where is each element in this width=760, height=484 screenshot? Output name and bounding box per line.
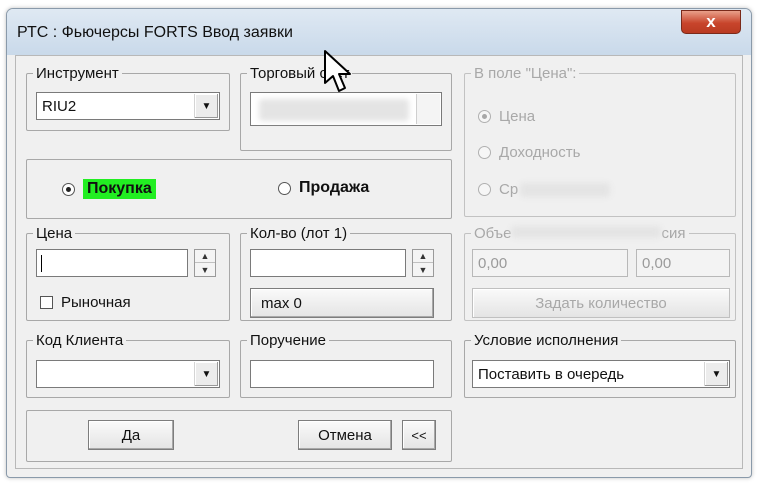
instrument-value: RIU2 xyxy=(42,98,77,115)
volume-field-1[interactable]: 0,00 xyxy=(472,249,628,277)
redacted-option xyxy=(520,182,611,197)
price-input[interactable] xyxy=(36,249,188,277)
collapse-button[interactable]: << xyxy=(402,420,436,450)
quantity-input[interactable] xyxy=(250,249,406,277)
account-select[interactable] xyxy=(250,92,442,126)
redacted-legend xyxy=(511,226,662,238)
radio-selected-icon[interactable] xyxy=(62,182,75,196)
chevron-down-icon[interactable] xyxy=(416,94,440,124)
condition-select[interactable]: Поставить в очередь ▼ xyxy=(472,360,730,388)
quantity-spinner[interactable]: ▲ ▼ xyxy=(412,249,434,277)
price-mode-option-yield[interactable]: Доходность xyxy=(478,144,580,161)
buy-label: Покупка xyxy=(83,179,156,199)
price-legend: Цена xyxy=(36,225,73,242)
spin-down-icon[interactable]: ▼ xyxy=(195,263,215,276)
radio-unselected-icon[interactable] xyxy=(478,183,491,196)
price-mode-legend: В поле "Цена": xyxy=(474,65,577,82)
instrument-legend: Инструмент xyxy=(36,65,119,82)
radio-unselected-icon[interactable] xyxy=(278,181,291,195)
dialog-body: Инструмент RIU2 ▼ Торговый счет Покупка … xyxy=(15,55,743,469)
client-code-legend: Код Клиента xyxy=(36,332,124,349)
title-bar[interactable]: РТС : Фьючерсы FORTS Ввод заявки x xyxy=(7,9,751,55)
spin-up-icon[interactable]: ▲ xyxy=(195,250,215,263)
instrument-select[interactable]: RIU2 ▼ xyxy=(36,92,220,120)
chevron-down-icon[interactable]: ▼ xyxy=(704,362,728,386)
close-icon: x xyxy=(706,12,716,31)
ok-button[interactable]: Да xyxy=(88,420,174,450)
chevron-down-icon[interactable]: ▼ xyxy=(194,94,218,118)
price-mode-option-label: Цена xyxy=(499,108,536,125)
volume-field-2-value: 0,00 xyxy=(642,255,672,272)
price-mode-option-third[interactable]: Ср xyxy=(478,181,611,198)
price-mode-option-price[interactable]: Цена xyxy=(478,108,535,125)
condition-legend: Условие исполнения xyxy=(474,332,619,349)
radio-unselected-icon[interactable] xyxy=(478,146,491,159)
client-code-select[interactable]: ▼ xyxy=(36,360,220,388)
sell-label: Продажа xyxy=(299,179,370,196)
close-button[interactable]: x xyxy=(681,10,741,34)
volume-field-1-value: 0,00 xyxy=(478,255,508,272)
volume-legend-end: сия xyxy=(661,225,686,242)
max-quantity-button[interactable]: max 0 xyxy=(250,288,434,318)
volume-legend-start: Объе xyxy=(474,225,512,242)
order-note-legend: Поручение xyxy=(250,332,326,349)
market-checkbox[interactable]: Рыночная xyxy=(40,294,131,311)
quantity-legend: Кол-во (лот 1) xyxy=(250,225,348,242)
order-entry-window: РТС : Фьючерсы FORTS Ввод заявки x Инстр… xyxy=(6,8,752,478)
price-spinner[interactable]: ▲ ▼ xyxy=(194,249,216,277)
market-label: Рыночная xyxy=(61,294,131,311)
mouse-cursor-icon xyxy=(324,50,351,92)
chevron-down-icon[interactable]: ▼ xyxy=(194,362,218,386)
price-mode-option-label: Доходность xyxy=(499,144,581,161)
condition-value: Поставить в очередь xyxy=(478,366,625,383)
spin-up-icon[interactable]: ▲ xyxy=(413,250,433,263)
text-caret xyxy=(41,255,42,272)
cancel-button[interactable]: Отмена xyxy=(298,420,392,450)
set-quantity-button[interactable]: Задать количество xyxy=(472,288,730,318)
window-title: РТС : Фьючерсы FORTS Ввод заявки xyxy=(17,24,293,41)
volume-field-2[interactable]: 0,00 xyxy=(636,249,730,277)
redacted-account xyxy=(259,99,409,121)
sell-radio[interactable]: Продажа xyxy=(278,179,369,197)
buy-radio[interactable]: Покупка xyxy=(62,179,156,199)
volume-legend: Объе сия xyxy=(471,225,689,242)
price-mode-option-label: Ср xyxy=(499,181,519,198)
radio-selected-icon[interactable] xyxy=(478,110,491,123)
order-note-input[interactable] xyxy=(250,360,434,388)
spin-down-icon[interactable]: ▼ xyxy=(413,263,433,276)
checkbox-icon[interactable] xyxy=(40,296,53,309)
